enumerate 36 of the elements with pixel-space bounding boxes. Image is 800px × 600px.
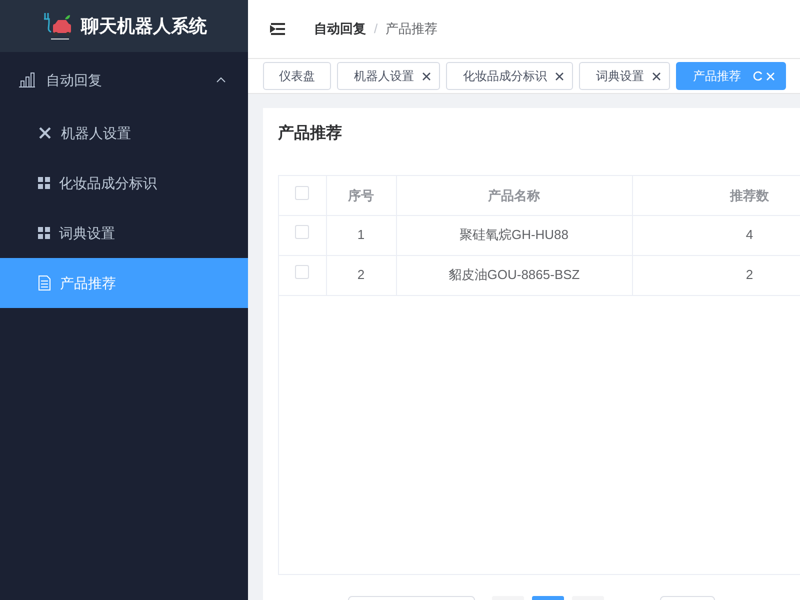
row-checkbox[interactable] bbox=[295, 265, 310, 280]
close-icon[interactable] bbox=[652, 72, 661, 80]
grid-icon bbox=[38, 177, 50, 189]
bar-chart-icon bbox=[18, 72, 36, 88]
refresh-icon[interactable] bbox=[753, 71, 763, 81]
page-tab[interactable]: 词典设置 bbox=[579, 62, 670, 90]
column-header: 推荐数 bbox=[730, 188, 769, 202]
breadcrumb-link[interactable]: 自动回复 bbox=[314, 19, 366, 39]
table-cell: 貂皮油GOU-8865-BSZ bbox=[448, 267, 580, 282]
crossed-tools-icon bbox=[38, 126, 52, 140]
document-icon bbox=[38, 275, 51, 291]
page-tab[interactable]: 机器人设置 bbox=[337, 62, 440, 90]
app-title: 聊天机器人系统 bbox=[81, 14, 207, 38]
column-header: 产品名称 bbox=[488, 188, 540, 202]
breadcrumb-separator: / bbox=[374, 20, 378, 38]
table-cell: 4 bbox=[746, 227, 754, 242]
menu-item[interactable]: 化妆品成分标识 bbox=[0, 158, 248, 208]
page-tab[interactable]: 仪表盘 bbox=[263, 62, 331, 90]
menu-item[interactable]: 机器人设置 bbox=[0, 108, 248, 158]
row-checkbox[interactable] bbox=[295, 225, 310, 240]
robot-car-logo-icon bbox=[41, 10, 73, 42]
table-cell: 2 bbox=[357, 267, 365, 282]
close-icon[interactable] bbox=[555, 72, 564, 80]
table-cell: 聚硅氧烷GH-HU88 bbox=[459, 227, 569, 242]
column-header: 序号 bbox=[348, 188, 374, 202]
chevron-up-icon bbox=[216, 77, 226, 83]
menu-icon[interactable] bbox=[270, 22, 286, 36]
card-title: 产品推荐 bbox=[278, 123, 342, 144]
row-checkbox[interactable] bbox=[295, 186, 310, 200]
table-cell: 2 bbox=[746, 267, 754, 282]
grid-icon bbox=[38, 227, 50, 239]
menu-item[interactable]: 词典设置 bbox=[0, 208, 248, 258]
table-cell: 1 bbox=[357, 227, 365, 242]
menu-group[interactable]: 自动回复 bbox=[0, 52, 248, 108]
page-tab[interactable]: 化妆品成分标识 bbox=[446, 62, 573, 90]
close-icon[interactable] bbox=[422, 72, 431, 80]
